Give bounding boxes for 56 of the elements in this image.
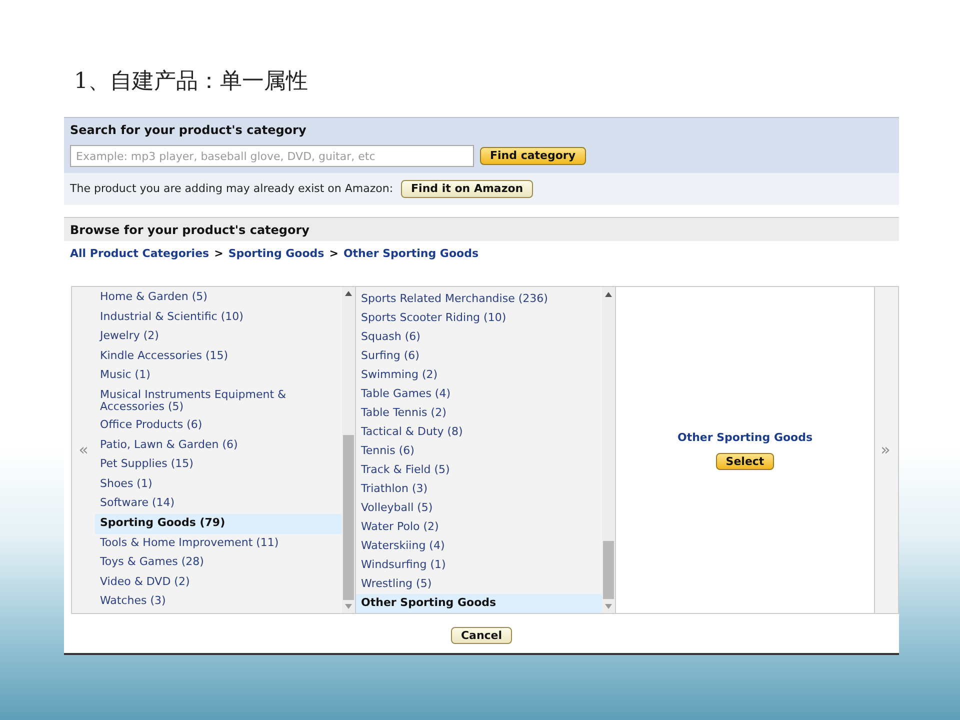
scroll-up-icon[interactable] (605, 292, 612, 296)
selected-category-title: Other Sporting Goods (677, 430, 813, 446)
category-item[interactable]: Tactical & Duty (8) (356, 423, 602, 442)
slide-title: 1、自建产品：单一属性 (74, 68, 309, 96)
category-item[interactable]: Sports Scooter Riding (10) (356, 309, 602, 328)
category-item[interactable]: Office Products (6) (95, 416, 342, 436)
scroll-down-icon[interactable] (345, 604, 352, 609)
find-category-button[interactable]: Find category (480, 147, 586, 165)
category-item[interactable]: Musical Instruments Equipment & Accessories (5) (95, 386, 342, 416)
breadcrumb-link[interactable]: Other Sporting Goods (343, 246, 478, 262)
category-item[interactable]: Water Polo (2) (356, 518, 602, 537)
section-heading: Browse for your product's category (70, 222, 310, 238)
category-item[interactable]: Tools & Home Improvement (11) (95, 534, 342, 554)
category-item[interactable]: Music (1) (95, 366, 342, 386)
category-item[interactable]: Track & Field (5) (356, 461, 602, 480)
scrollbar[interactable] (602, 287, 615, 613)
category-item[interactable]: Windsurfing (1) (356, 556, 602, 575)
category-item[interactable]: Table Games (4) (356, 385, 602, 404)
breadcrumb-separator: > (214, 246, 224, 262)
category-item[interactable]: Triathlon (3) (356, 480, 602, 499)
exists-text: The product you are adding may already exist on Amazon: (70, 180, 394, 197)
search-field[interactable]: Example: mp3 player, baseball glove, DVD, guitar, etc (70, 145, 474, 167)
category-item[interactable]: Toys & Games (28) (95, 553, 342, 573)
scroll-thumb[interactable] (603, 541, 614, 599)
category-item[interactable]: Sports Related Merchandise (236) (356, 290, 602, 309)
category-item[interactable]: Sporting Goods (79) (95, 514, 342, 534)
category-item[interactable]: Software (14) (95, 494, 342, 514)
category-item[interactable]: Surfing (6) (356, 347, 602, 366)
category-item[interactable]: Home & Garden (5) (95, 288, 342, 308)
category-item[interactable]: Jewelry (2) (95, 327, 342, 347)
category-item[interactable]: Kindle Accessories (15) (95, 346, 342, 366)
section-heading: Search for your product's category (70, 122, 308, 138)
category-item[interactable]: Watches (3) (95, 592, 342, 612)
category-item[interactable]: Swimming (2) (356, 366, 602, 385)
category-item[interactable]: Table Tennis (2) (356, 404, 602, 423)
category-item[interactable]: Waterskiing (4) (356, 537, 602, 556)
category-item[interactable]: Volleyball (5) (356, 499, 602, 518)
breadcrumb-link[interactable]: Sporting Goods (228, 246, 324, 262)
category-item[interactable]: Shoes (1) (95, 474, 342, 494)
category-item[interactable]: Patio, Lawn & Garden (6) (95, 436, 342, 456)
category-item[interactable]: Squash (6) (356, 328, 602, 347)
breadcrumb-link[interactable]: All Product Categories (70, 246, 210, 262)
category-item[interactable]: Tennis (6) (356, 442, 602, 461)
breadcrumb-separator: > (329, 246, 338, 262)
scroll-thumb[interactable] (343, 434, 354, 600)
scroll-up-icon[interactable] (345, 291, 352, 296)
select-button[interactable]: Select (716, 452, 774, 470)
scroll-down-icon[interactable] (605, 604, 612, 608)
category-item[interactable]: Video & DVD (2) (95, 572, 342, 592)
scrollbar[interactable] (342, 287, 355, 613)
category-item[interactable]: Wrestling (5) (356, 575, 602, 594)
cancel-button[interactable]: Cancel (450, 627, 512, 644)
category-item[interactable]: Other Sporting Goods (356, 594, 602, 613)
category-item[interactable]: Industrial & Scientific (10) (95, 308, 342, 328)
category-item[interactable]: Pet Supplies (15) (95, 455, 342, 475)
find-on-amazon-button[interactable]: Find it on Amazon (401, 180, 534, 198)
